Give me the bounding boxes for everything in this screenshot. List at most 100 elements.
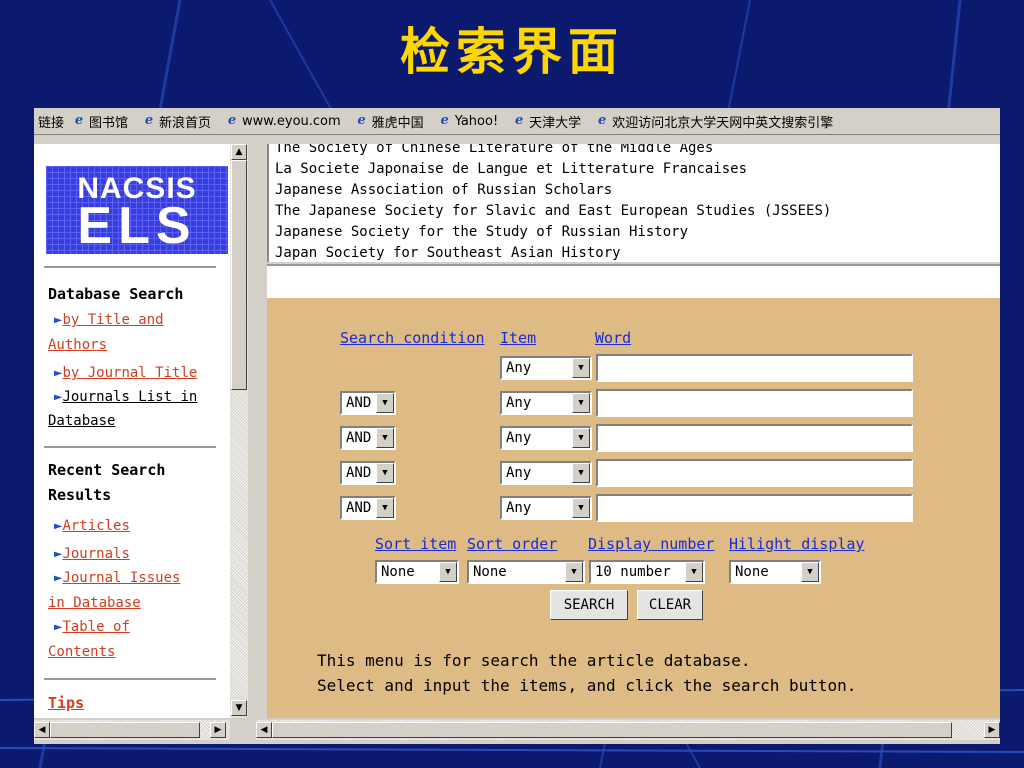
list-item: Japanese Society for the Study of Russia… bbox=[275, 224, 689, 240]
scroll-thumb[interactable] bbox=[50, 722, 200, 738]
condition-select-4[interactable]: AND ▼ bbox=[340, 461, 396, 485]
recent-search-heading: Recent Search bbox=[48, 461, 166, 479]
hilight-display-header[interactable]: Hilight display bbox=[729, 534, 864, 554]
search-button[interactable]: SEARCH bbox=[550, 590, 628, 620]
sort-item-select[interactable]: None ▼ bbox=[375, 560, 459, 584]
nav-journal-issues[interactable]: ►Journal Issues bbox=[54, 566, 226, 591]
ie-page-icon: e bbox=[144, 113, 154, 128]
chevron-down-icon: ▼ bbox=[801, 562, 819, 582]
database-search-heading: Database Search bbox=[48, 285, 184, 303]
display-number-header[interactable]: Display number bbox=[588, 534, 714, 554]
list-item: Japan Society for Southeast Asian Histor… bbox=[275, 245, 621, 261]
sort-item-header[interactable]: Sort item bbox=[375, 534, 456, 554]
nav-by-journal-title[interactable]: ►by Journal Title bbox=[54, 361, 226, 386]
divider bbox=[44, 266, 216, 268]
chevron-down-icon: ▼ bbox=[572, 498, 590, 518]
chevron-down-icon: ▼ bbox=[376, 428, 394, 448]
search-condition-header[interactable]: Search condition bbox=[340, 328, 485, 348]
nav-articles[interactable]: ►Articles bbox=[54, 514, 226, 539]
chevron-down-icon: ▼ bbox=[439, 562, 457, 582]
scroll-down-icon[interactable]: ▼ bbox=[231, 700, 247, 716]
word-input-3[interactable] bbox=[596, 424, 913, 452]
item-select-2[interactable]: Any ▼ bbox=[500, 391, 592, 415]
nav-by-title-authors[interactable]: ►by Title and bbox=[54, 308, 226, 333]
clear-button[interactable]: CLEAR bbox=[637, 590, 703, 620]
item-select-4[interactable]: Any ▼ bbox=[500, 461, 592, 485]
nacsis-els-logo: NACSIS ELS bbox=[46, 166, 228, 254]
left-horizontal-scrollbar[interactable]: ◀ ▶ bbox=[34, 720, 230, 740]
list-item: The Society of Chinese Literature of the… bbox=[275, 144, 714, 156]
item-select-1[interactable]: Any ▼ bbox=[500, 356, 592, 380]
hilight-display-select[interactable]: None ▼ bbox=[729, 560, 821, 584]
scroll-right-icon[interactable]: ▶ bbox=[210, 722, 226, 738]
word-input-4[interactable] bbox=[596, 459, 913, 487]
link-eyou[interactable]: e www.eyou.com bbox=[225, 114, 341, 129]
link-yahoo-china[interactable]: e 雅虎中国 bbox=[355, 112, 424, 131]
ie-page-icon: e bbox=[357, 113, 366, 128]
chevron-down-icon: ▼ bbox=[376, 463, 394, 483]
society-list-frame: The Society of Chinese Literature of the… bbox=[267, 144, 1000, 262]
links-toolbar: 链接 e 图书馆 e 新浪首页 e www.eyou.com e 雅虎中国 e Yahoo… bbox=[34, 108, 1000, 135]
ie-page-icon: e bbox=[598, 113, 607, 128]
scroll-left-icon[interactable]: ◀ bbox=[256, 722, 272, 738]
chevron-down-icon: ▼ bbox=[376, 393, 394, 413]
nav-journals[interactable]: ►Journals bbox=[54, 542, 226, 567]
browser-window: 链接 e 图书馆 e 新浪首页 e www.eyou.com e 雅虎中国 e Yahoo… bbox=[34, 108, 1000, 744]
link-tju[interactable]: e 天津大学 bbox=[512, 112, 581, 131]
scroll-thumb[interactable] bbox=[272, 722, 952, 738]
chevron-down-icon: ▼ bbox=[565, 562, 583, 582]
item-header[interactable]: Item bbox=[500, 328, 536, 348]
divider bbox=[44, 678, 216, 680]
condition-select-2[interactable]: AND ▼ bbox=[340, 391, 396, 415]
ie-page-icon: e bbox=[74, 113, 84, 128]
nav-table-of-contents[interactable]: ►Table of bbox=[54, 615, 226, 640]
left-nav-frame: NACSIS ELS Database Search ►by Title and… bbox=[34, 144, 230, 718]
search-panel: Search condition Item Word Any ▼ AND ▼ Any… bbox=[267, 298, 1000, 718]
nav-by-title-authors-cont[interactable]: Authors bbox=[48, 333, 220, 358]
scroll-left-icon[interactable]: ◀ bbox=[34, 722, 50, 738]
list-item: Japanese Association of Russian Scholars bbox=[275, 182, 613, 198]
scroll-up-icon[interactable]: ▲ bbox=[231, 144, 247, 160]
right-horizontal-scrollbar[interactable]: ◀ ▶ bbox=[256, 720, 1000, 740]
chevron-down-icon: ▼ bbox=[572, 463, 590, 483]
chevron-down-icon: ▼ bbox=[572, 358, 590, 378]
chevron-down-icon: ▼ bbox=[572, 428, 590, 448]
scroll-thumb[interactable] bbox=[231, 160, 247, 390]
sort-order-header[interactable]: Sort order bbox=[467, 534, 557, 554]
list-item: La Societe Japonaise de Langue et Litter… bbox=[275, 161, 748, 177]
recent-search-heading-cont: Results bbox=[48, 486, 112, 504]
chevron-down-icon: ▼ bbox=[685, 562, 703, 582]
links-label: 链接 bbox=[38, 115, 65, 131]
chevron-down-icon: ▼ bbox=[572, 393, 590, 413]
link-pku-tianwang[interactable]: e 欢迎访问北京大学天网中英文搜索引擎 bbox=[595, 112, 833, 131]
display-number-select[interactable]: 10 number ▼ bbox=[589, 560, 705, 584]
list-item: The Japanese Society for Slavic and East… bbox=[275, 203, 832, 219]
ie-page-icon: e bbox=[227, 113, 237, 128]
ie-page-icon: e bbox=[515, 113, 524, 128]
nav-journals-list-cont[interactable]: Database bbox=[48, 409, 220, 434]
link-sina[interactable]: e 新浪首页 bbox=[142, 112, 211, 131]
word-header[interactable]: Word bbox=[595, 328, 631, 348]
word-input-2[interactable] bbox=[596, 389, 913, 417]
word-input-1[interactable] bbox=[596, 354, 913, 382]
nav-journal-issues-cont[interactable]: in Database bbox=[48, 591, 220, 616]
left-vertical-scrollbar[interactable]: ▲ ▼ bbox=[230, 144, 248, 718]
sort-order-select[interactable]: None ▼ bbox=[467, 560, 585, 584]
link-yahoo[interactable]: e Yahoo! bbox=[438, 113, 499, 129]
nav-table-of-contents-cont[interactable]: Contents bbox=[48, 640, 220, 665]
word-input-5[interactable] bbox=[596, 494, 913, 522]
help-text-line2: Select and input the items, and click th… bbox=[317, 676, 857, 695]
chevron-down-icon: ▼ bbox=[376, 498, 394, 518]
scroll-right-icon[interactable]: ▶ bbox=[984, 722, 1000, 738]
item-select-3[interactable]: Any ▼ bbox=[500, 426, 592, 450]
link-library[interactable]: e 图书馆 bbox=[72, 112, 128, 131]
frame-gap bbox=[267, 264, 1000, 300]
ie-page-icon: e bbox=[440, 113, 449, 128]
condition-select-3[interactable]: AND ▼ bbox=[340, 426, 396, 450]
item-select-5[interactable]: Any ▼ bbox=[500, 496, 592, 520]
condition-select-5[interactable]: AND ▼ bbox=[340, 496, 396, 520]
slide-title: 检索界面 bbox=[400, 22, 624, 81]
nav-tips[interactable]: Tips bbox=[48, 694, 84, 712]
divider bbox=[44, 446, 216, 448]
nav-journals-list[interactable]: ►Journals List in bbox=[54, 385, 226, 410]
